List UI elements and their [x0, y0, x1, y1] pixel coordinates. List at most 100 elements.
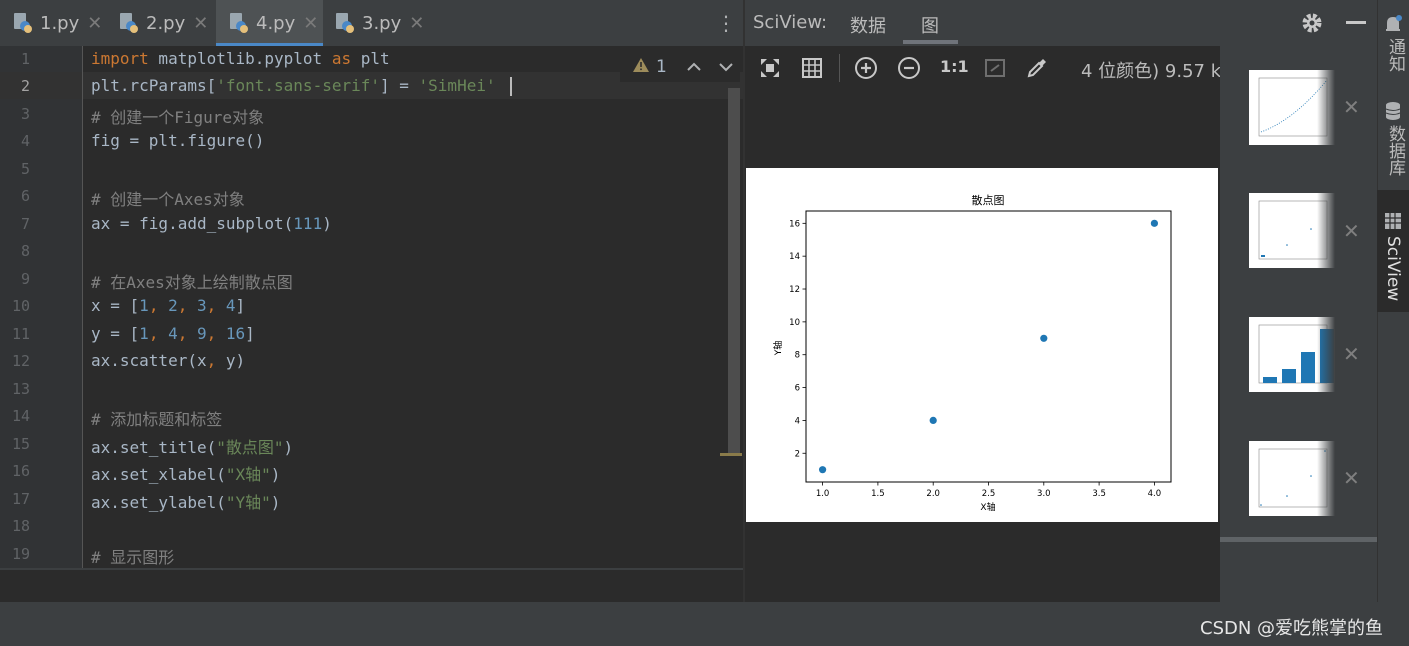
- close-icon[interactable]: ✕: [1343, 466, 1360, 490]
- scatter-chart: 散点图 1.0 1.5 2.0 2.5 3.0 3.5 4.0 2 4 6 8 10 12 14 16 X…: [772, 193, 1172, 513]
- minimize-icon[interactable]: [1346, 21, 1366, 24]
- code-string: "X轴": [225, 465, 271, 484]
- code-comment: # 显示图形: [91, 548, 175, 567]
- data-point: [929, 416, 937, 425]
- thumbnail-fade: [1317, 441, 1335, 516]
- close-icon[interactable]: ✕: [303, 13, 318, 34]
- plot-thumbnail-4[interactable]: [1249, 441, 1335, 516]
- x-tick-label: 2.5: [982, 489, 996, 499]
- python-file-icon: [228, 11, 250, 35]
- close-icon[interactable]: ✕: [1343, 342, 1360, 366]
- line-number: 19: [11, 545, 30, 563]
- python-file-icon: [334, 11, 356, 35]
- python-file-icon: [12, 11, 34, 35]
- code-number: 111: [293, 214, 323, 233]
- y-tick-label: 14: [789, 252, 800, 262]
- color-picker-icon[interactable]: [1025, 56, 1049, 80]
- active-tab-indicator: [903, 40, 958, 44]
- line-number: 12: [11, 352, 30, 370]
- close-icon[interactable]: ✕: [87, 13, 102, 34]
- tab-label: 1.py: [40, 12, 80, 34]
- tab-2-py[interactable]: 2.py ✕: [118, 0, 218, 46]
- code-line: import matplotlib.pyplot as plt: [91, 49, 390, 68]
- code-text: plt.rcParams[: [91, 76, 217, 95]
- inspection-widget: 1: [620, 52, 740, 82]
- more-vertical-icon[interactable]: ⋮: [716, 12, 736, 34]
- grid-icon[interactable]: [800, 56, 824, 80]
- tool-window-database[interactable]: 数据库: [1383, 125, 1408, 176]
- code-line: ax.set_title("散点图"): [91, 434, 293, 458]
- tab-3-py[interactable]: 3.py ✕: [334, 0, 434, 46]
- close-icon[interactable]: ✕: [193, 13, 208, 34]
- code-text: plt: [351, 49, 390, 68]
- data-point: [1150, 219, 1159, 227]
- data-point: [1040, 334, 1048, 342]
- x-tick-label: 3.0: [1037, 489, 1051, 499]
- code-comma: ,: [206, 351, 217, 370]
- warning-icon[interactable]: [632, 57, 650, 78]
- code-line: plt.rcParams['font.sans-serif'] = 'SimHe…: [91, 76, 496, 95]
- x-axis-label: X轴: [980, 501, 995, 513]
- x-tick-label: 1.5: [871, 489, 885, 499]
- python-file-icon: [118, 11, 140, 35]
- code-comment: # 创建一个Figure对象: [91, 108, 265, 127]
- code-text: ): [322, 214, 332, 233]
- code-text: ax.set_title(: [91, 438, 217, 457]
- vertical-scrollbar[interactable]: [728, 88, 740, 453]
- code-line: ax.set_ylabel("Y轴"): [91, 489, 280, 513]
- scatter-plot: 散点图 1.0 1.5 2.0 2.5 3.0 3.5 4.0 2 4 6 8 10 12 14 16 X…: [746, 168, 1218, 522]
- thumbnail-scrollbar[interactable]: [1220, 537, 1377, 542]
- code-line: y = [1, 4, 9, 16]: [91, 324, 255, 343]
- fit-zoom-icon[interactable]: [983, 56, 1007, 80]
- code-string: 'SimHei': [418, 76, 496, 95]
- actual-size-button[interactable]: 1:1: [940, 57, 969, 76]
- code-comma: ,: [177, 324, 197, 343]
- close-icon[interactable]: ✕: [409, 13, 424, 34]
- y-tick-label: 2: [795, 449, 800, 459]
- code-text: x = [: [91, 296, 140, 315]
- code-keyword: as: [331, 49, 352, 68]
- line-number: 16: [11, 462, 30, 480]
- table-icon[interactable]: [1384, 212, 1402, 234]
- y-tick-label: 16: [789, 219, 800, 229]
- close-icon[interactable]: ✕: [1343, 95, 1360, 119]
- chevron-up-icon[interactable]: [687, 57, 701, 77]
- code-string: "Y轴": [225, 493, 271, 512]
- tab-label: 2.py: [146, 12, 186, 34]
- line-number: 1: [20, 50, 30, 68]
- tab-data[interactable]: 数据: [850, 12, 886, 38]
- tab-1-py[interactable]: 1.py ✕: [12, 0, 112, 46]
- line-number: 10: [11, 297, 30, 315]
- tool-window-notifications[interactable]: 通知: [1383, 38, 1408, 72]
- tab-4-py[interactable]: 4.py ✕: [216, 0, 323, 46]
- line-number: 2: [20, 77, 30, 95]
- code-text: ax = fig.add_subplot(: [91, 214, 294, 233]
- bell-icon[interactable]: [1384, 14, 1402, 38]
- thumbnail-fade: [1317, 70, 1335, 145]
- tab-plots[interactable]: 图: [921, 12, 939, 38]
- close-icon[interactable]: ✕: [1343, 219, 1360, 243]
- code-line: fig = plt.figure(): [91, 131, 265, 150]
- database-icon[interactable]: [1384, 101, 1402, 125]
- code-comment: # 添加标题和标签: [91, 410, 223, 429]
- y-tick-label: 6: [795, 384, 800, 394]
- watermark: CSDN @爱吃熊掌的鱼: [1200, 618, 1384, 639]
- fit-screen-icon[interactable]: [758, 56, 782, 80]
- code-comma: ,: [206, 324, 226, 343]
- gear-icon[interactable]: [1300, 11, 1324, 35]
- toolbar-separator: [839, 54, 840, 82]
- tool-window-sciview[interactable]: SciView: [1383, 236, 1403, 301]
- chevron-down-icon[interactable]: [719, 57, 733, 77]
- code-line: x = [1, 2, 3, 4]: [91, 296, 245, 315]
- plot-thumbnail-1[interactable]: [1249, 70, 1335, 145]
- code-number: 4: [225, 296, 236, 315]
- plot-thumbnail-2[interactable]: [1249, 193, 1335, 268]
- code-text: matplotlib.pyplot: [148, 49, 332, 68]
- text-caret: [510, 77, 512, 96]
- plot-thumbnail-3[interactable]: [1249, 317, 1335, 392]
- warning-count: 1: [656, 57, 667, 77]
- zoom-in-icon[interactable]: [854, 56, 878, 80]
- zoom-out-icon[interactable]: [897, 56, 921, 80]
- gutter-divider: [82, 46, 83, 568]
- y-tick-label: 12: [789, 285, 800, 295]
